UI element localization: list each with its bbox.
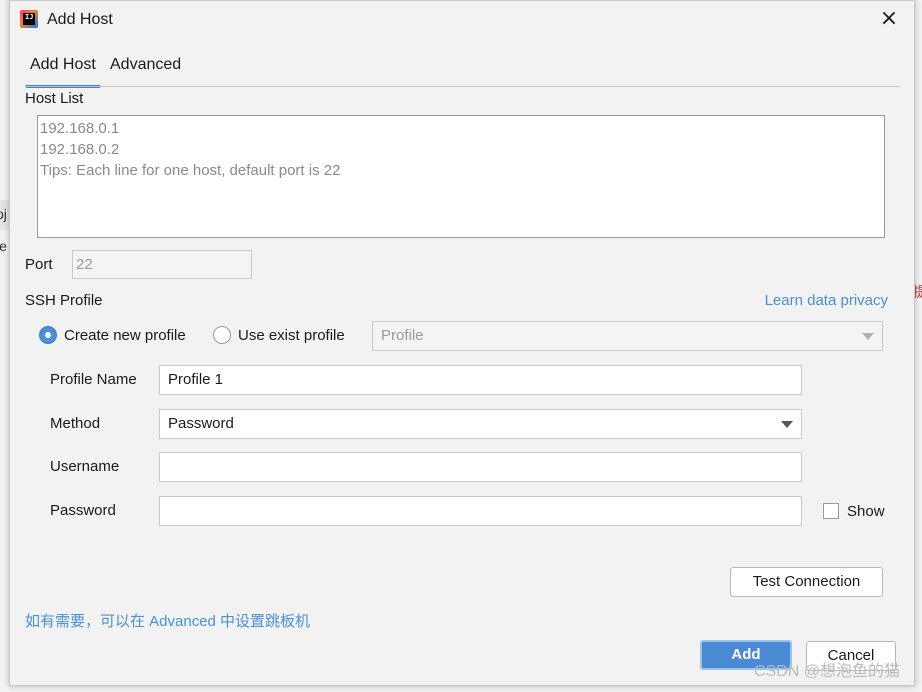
chevron-down-icon [781,421,793,428]
use-exist-profile-label[interactable]: Use exist profile [238,327,345,344]
chevron-down-icon [862,333,874,340]
profile-name-input[interactable]: Profile 1 [159,365,802,395]
profile-select[interactable]: Profile [372,321,883,351]
tab-divider [25,86,900,87]
password-label: Password [50,502,116,519]
intellij-app-icon: IJ [20,10,38,28]
profile-name-label: Profile Name [50,371,137,388]
advanced-jump-host-hint[interactable]: 如有需要，可以在 Advanced 中设置跳板机 [25,610,310,631]
csdn-watermark: CSDN @想泡鱼的猫 [753,663,900,680]
tab-add-host[interactable]: Add Host [26,55,100,88]
method-select[interactable]: Password [159,409,802,439]
method-label: Method [50,415,101,432]
learn-data-privacy-link[interactable]: Learn data privacy [765,292,888,309]
dialog-title: Add Host [47,11,113,28]
host-list-label: Host List [25,90,84,107]
host-list-textarea[interactable]: 192.168.0.1 192.168.0.2 Tips: Each line … [37,115,885,238]
username-label: Username [50,458,120,475]
show-password-checkbox[interactable] [823,503,839,519]
port-label: Port [25,256,53,273]
profile-select-placeholder: Profile [381,327,424,344]
create-new-profile-label[interactable]: Create new profile [64,327,186,344]
password-input[interactable] [159,496,802,526]
add-host-dialog: IJ Add Host × Add Host Advanced Host Lis… [9,0,915,686]
method-select-value: Password [168,415,234,432]
test-connection-button[interactable]: Test Connection [730,567,883,597]
ssh-profile-label: SSH Profile [25,292,103,309]
background-text-fragment: le [0,238,7,254]
tab-advanced[interactable]: Advanced [110,55,181,85]
username-input[interactable] [159,452,802,482]
create-new-profile-radio[interactable] [39,326,57,344]
background-text-fragment: oj [0,206,7,222]
title-bar: IJ Add Host × [10,1,914,39]
show-password-label[interactable]: Show [847,503,885,520]
port-input[interactable]: 22 [72,250,252,279]
close-icon[interactable]: × [878,8,900,30]
use-exist-profile-radio[interactable] [213,326,231,344]
